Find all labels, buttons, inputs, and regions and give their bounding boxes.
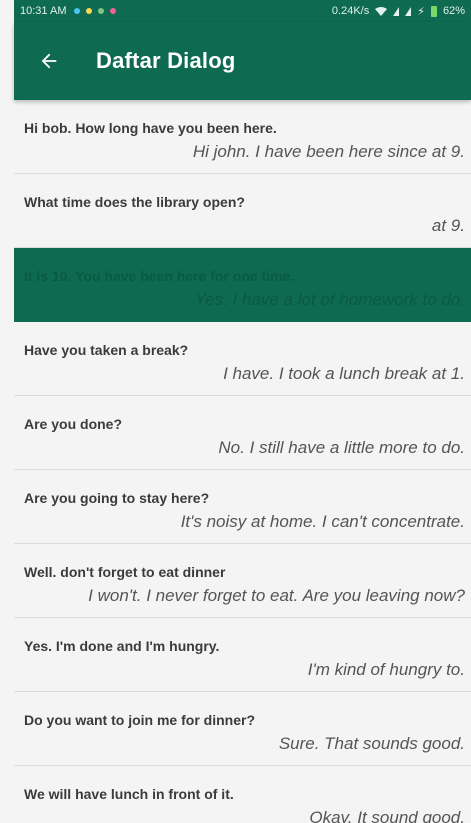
dialog-answer: Hi john. I have been here since at 9. <box>192 142 465 161</box>
dialog-answer: Sure. That sounds good. <box>278 734 465 753</box>
battery-icon <box>430 5 437 17</box>
back-button[interactable] <box>20 32 78 90</box>
list-item[interactable]: What time does the library open? at 9. <box>14 174 471 248</box>
list-item[interactable]: Hi bob. How long have you been here. Hi … <box>14 100 471 174</box>
dialog-question: Are you done? <box>24 416 123 432</box>
notification-icons <box>74 8 117 14</box>
dialog-question: It is 10. You have been here for one tim… <box>24 268 295 284</box>
list-item[interactable]: Well. don't forget to eat dinner I won't… <box>14 544 471 618</box>
dialog-answer: at 9. <box>431 216 465 235</box>
signal-icon <box>393 6 400 16</box>
status-right: 0.24K/s ⚡ 62% <box>332 5 465 18</box>
dialog-answer: No. I still have a little more to do. <box>218 438 465 457</box>
dialog-answer: Okay. It sound good. <box>309 808 465 823</box>
status-bar: 10:31 AM 0.24K/s ⚡ 62% <box>14 0 471 22</box>
dialog-question: Yes. I'm done and I'm hungry. <box>24 638 220 654</box>
notification-dot-icon <box>74 8 81 14</box>
dialog-question: Hi bob. How long have you been here. <box>24 120 277 136</box>
dialog-question: What time does the library open? <box>24 194 245 210</box>
list-item[interactable]: Are you going to stay here? It's noisy a… <box>14 470 471 544</box>
signal-icon <box>405 6 412 16</box>
wifi-icon <box>375 6 388 16</box>
notification-dot-icon <box>86 8 93 14</box>
status-time: 10:31 AM <box>20 5 67 17</box>
charging-icon: ⚡ <box>417 5 425 18</box>
dialog-question: We will have lunch in front of it. <box>24 786 234 802</box>
list-item[interactable]: Do you want to join me for dinner? Sure.… <box>14 692 471 766</box>
dialog-question: Well. don't forget to eat dinner <box>24 564 226 580</box>
dialog-answer: I won't. I never forget to eat. Are you … <box>88 586 465 605</box>
list-item[interactable]: Have you taken a break? I have. I took a… <box>14 322 471 396</box>
dialog-question: Do you want to join me for dinner? <box>24 712 255 728</box>
dialog-question: Are you going to stay here? <box>24 490 210 506</box>
dialog-answer: Yes. I have a lot of homework to do. <box>194 290 465 309</box>
dialog-question: Have you taken a break? <box>24 342 189 358</box>
list-item[interactable]: Yes. I'm done and I'm hungry. I'm kind o… <box>14 618 471 692</box>
arrow-left-icon <box>41 53 57 69</box>
list-item[interactable]: We will have lunch in front of it. Okay.… <box>14 766 471 823</box>
dialog-answer: It's noisy at home. I can't concentrate. <box>180 512 465 531</box>
app-bar: Daftar Dialog <box>14 22 471 100</box>
dialog-list[interactable]: Hi bob. How long have you been here. Hi … <box>14 100 471 823</box>
network-speed: 0.24K/s <box>331 5 370 17</box>
notification-dot-icon <box>110 8 117 14</box>
dialog-answer: I have. I took a lunch break at 1. <box>223 364 465 383</box>
list-item[interactable]: Are you done? No. I still have a little … <box>14 396 471 470</box>
notification-dot-icon <box>98 8 105 14</box>
battery-level: 62% <box>442 5 465 17</box>
dialog-answer: I'm kind of hungry to. <box>307 660 465 679</box>
list-item-selected[interactable]: It is 10. You have been here for one tim… <box>14 248 471 322</box>
page-title: Daftar Dialog <box>96 48 236 73</box>
